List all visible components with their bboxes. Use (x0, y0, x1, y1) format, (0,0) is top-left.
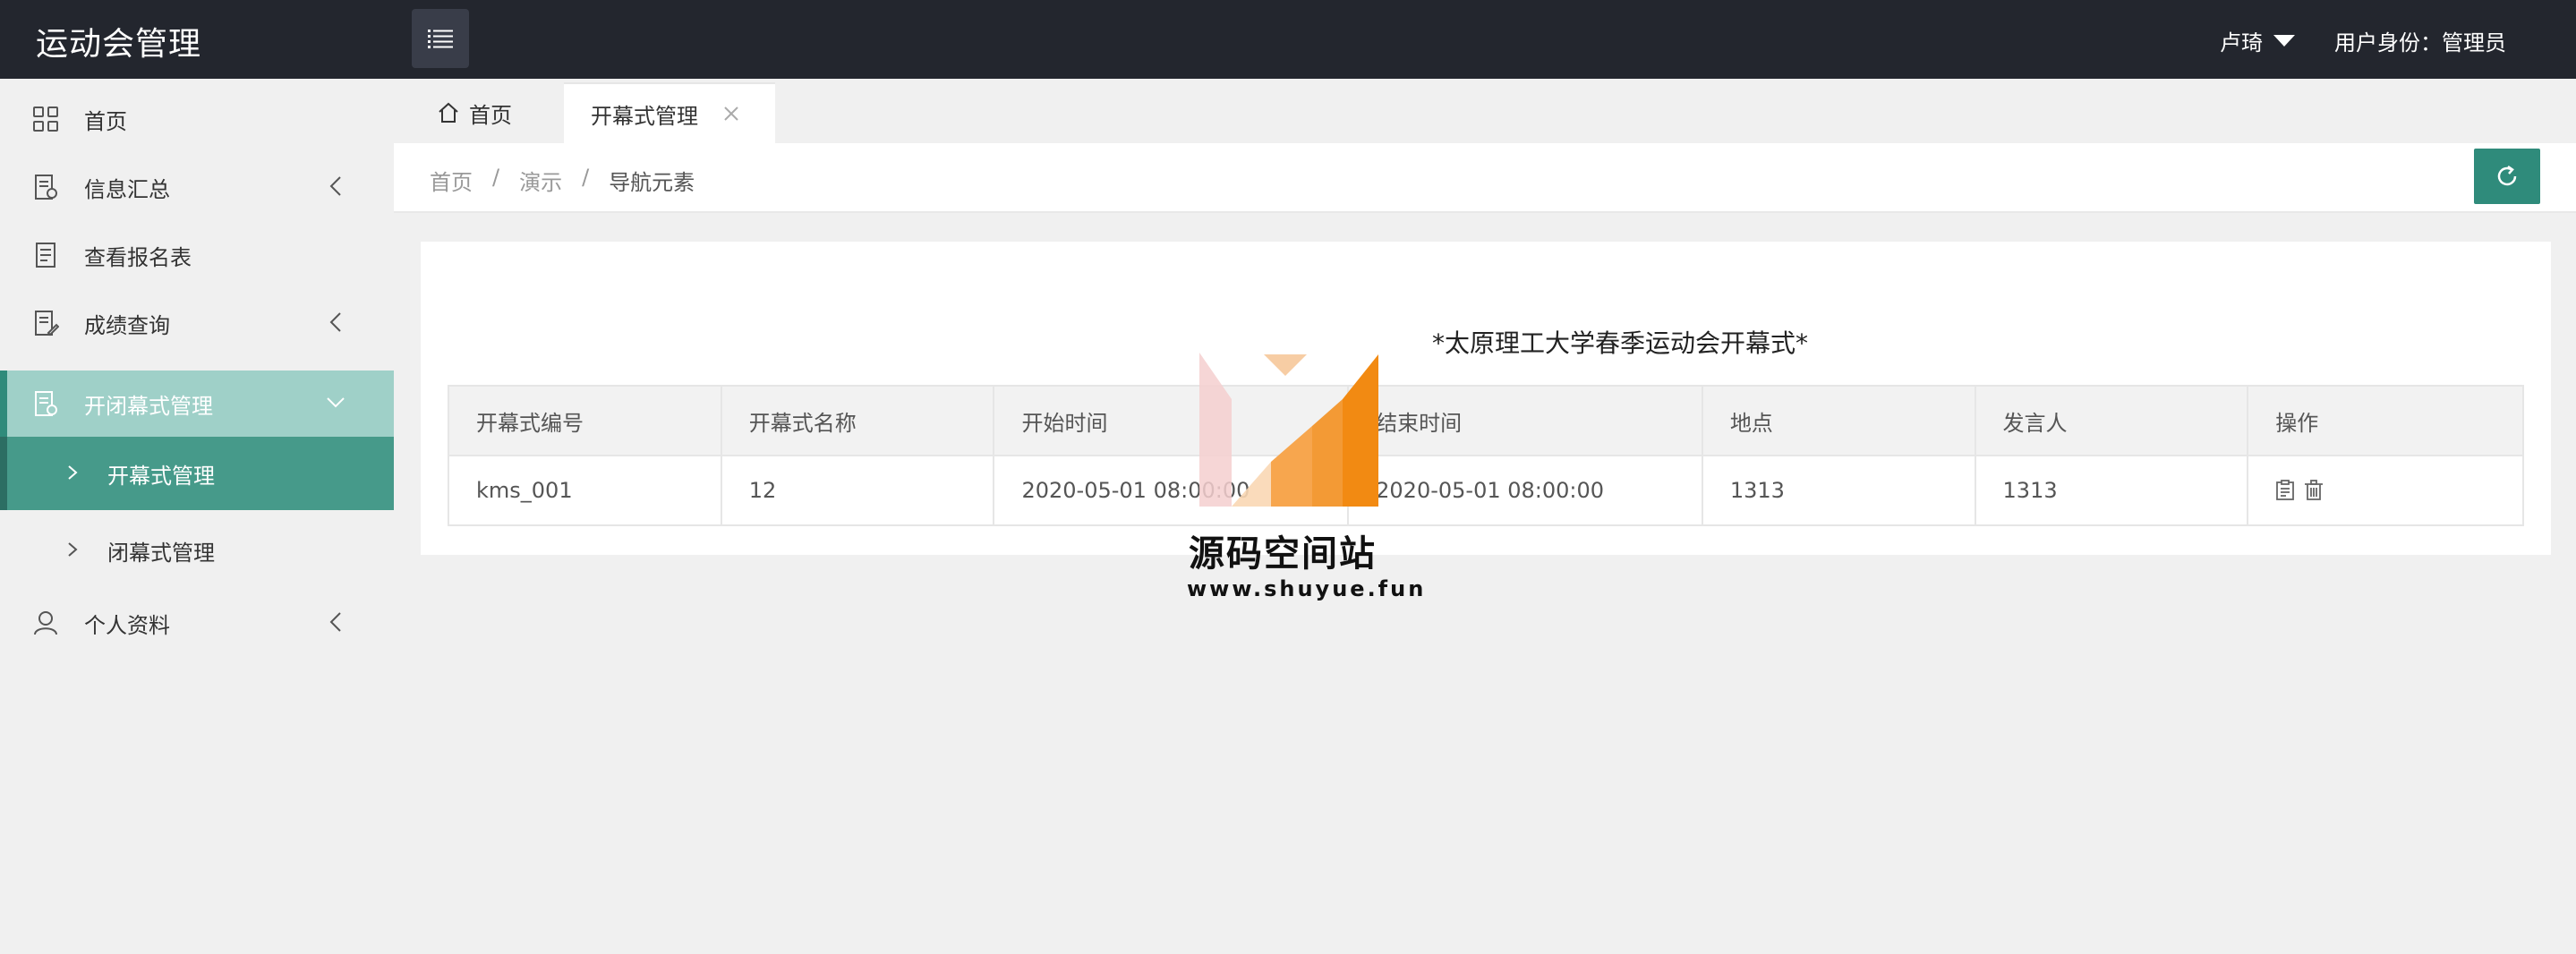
caret-down-icon (2273, 35, 2295, 47)
user-name: 卢琦 (2220, 30, 2263, 55)
table-cell: 12 (720, 455, 995, 526)
refresh-icon (2497, 165, 2517, 186)
sidebar-item-registration[interactable]: 查看报名表 (0, 222, 394, 288)
table-cell: kms_001 (448, 455, 722, 526)
grid-icon (33, 106, 58, 132)
document-icon (35, 175, 57, 200)
content-card: *太原理工大学春季运动会开幕式* 开幕式编号 开幕式名称 开始时间 结束时间 地… (421, 242, 2551, 555)
column-header: 地点 (1701, 385, 1976, 456)
sidebar-item-home[interactable]: 首页 (0, 86, 394, 152)
table-cell: 2020-05-01 08:00:00 (993, 455, 1350, 526)
sidebar-subitem-label: 闭幕式管理 (107, 541, 215, 566)
settings-doc-icon (35, 391, 57, 416)
close-icon[interactable] (721, 104, 741, 124)
chevron-right-icon (68, 465, 78, 480)
app-title: 运动会管理 (36, 26, 202, 63)
sidebar-item-label: 首页 (84, 108, 127, 134)
breadcrumb-separator: / (492, 165, 500, 190)
table-cell: 1313 (1701, 455, 1976, 526)
edit-icon[interactable] (2275, 480, 2295, 501)
sidebar-item-label: 个人资料 (84, 612, 170, 638)
sidebar-item-label: 成绩查询 (84, 312, 170, 338)
sidebar-item-profile[interactable]: 个人资料 (0, 590, 394, 656)
sidebar-item-label: 开闭幕式管理 (84, 393, 213, 419)
watermark-url: www.shuyue.fun (1187, 576, 1427, 601)
breadcrumb-separator: / (582, 165, 590, 190)
breadcrumb: 首页 / 演示 / 导航元素 (430, 165, 695, 196)
user-icon (34, 611, 57, 635)
sidebar: 首页 信息汇总 查看报名表 成绩查询 开闭幕式管理 开幕式管理 闭幕式管理 个人… (0, 79, 394, 954)
tab-bar: 首页 开幕式管理 (394, 79, 2576, 143)
chevron-left-icon (329, 312, 341, 332)
column-header: 发言人 (1974, 385, 2249, 456)
list-icon (428, 30, 453, 48)
tab-label: 首页 (469, 102, 512, 128)
user-menu[interactable]: 卢琦 (2220, 25, 2295, 56)
sidebar-subitem-label: 开幕式管理 (107, 464, 215, 489)
column-header: 开幕式名称 (720, 385, 995, 456)
tab-home[interactable]: 首页 (437, 82, 512, 143)
top-header: 运动会管理 卢琦 用户身份：管理员 (0, 0, 2576, 79)
column-header: 开始时间 (993, 385, 1350, 456)
sidebar-item-label: 查看报名表 (84, 244, 192, 270)
table-cell-actions (2247, 455, 2524, 526)
column-header: 操作 (2247, 385, 2524, 456)
table-row: kms_001 12 2020-05-01 08:00:00 2020-05-0… (448, 455, 2524, 526)
user-role: 用户身份：管理员 (2334, 30, 2506, 55)
chevron-right-icon (68, 542, 78, 557)
refresh-button[interactable] (2474, 149, 2540, 204)
breadcrumb-item-current: 导航元素 (609, 170, 695, 195)
tab-opening-management[interactable]: 开幕式管理 (564, 82, 775, 143)
home-icon (439, 102, 458, 123)
table-header-row: 开幕式编号 开幕式名称 开始时间 结束时间 地点 发言人 操作 (448, 385, 2524, 456)
sidebar-subitem-closing[interactable]: 闭幕式管理 (0, 514, 394, 587)
watermark-text: 源码空间站 (1189, 533, 1377, 575)
chevron-left-icon (329, 176, 341, 196)
table-title: *太原理工大学春季运动会开幕式* (1431, 328, 1808, 358)
list-doc-icon (36, 243, 55, 268)
sidebar-item-score-query[interactable]: 成绩查询 (0, 290, 394, 356)
table-cell: 2020-05-01 08:00:00 (1347, 455, 1703, 526)
breadcrumb-item[interactable]: 首页 (430, 165, 473, 196)
data-table: 开幕式编号 开幕式名称 开始时间 结束时间 地点 发言人 操作 kms_001 … (448, 385, 2524, 526)
edit-doc-icon (35, 311, 59, 336)
chevron-down-icon (327, 397, 345, 408)
sidebar-subitem-opening[interactable]: 开幕式管理 (0, 437, 394, 510)
column-header: 结束时间 (1347, 385, 1703, 456)
sidebar-item-label: 信息汇总 (84, 176, 170, 202)
column-header: 开幕式编号 (448, 385, 722, 456)
sidebar-item-ceremony-management[interactable]: 开闭幕式管理 (0, 371, 394, 437)
sidebar-item-info-summary[interactable]: 信息汇总 (0, 154, 394, 220)
delete-icon[interactable] (2304, 480, 2324, 501)
tab-label: 开幕式管理 (591, 103, 698, 129)
table-cell: 1313 (1974, 455, 2249, 526)
chevron-left-icon (329, 612, 341, 632)
breadcrumb-item[interactable]: 演示 (519, 165, 562, 196)
menu-toggle-button[interactable] (412, 9, 469, 68)
breadcrumb-bar: 首页 / 演示 / 导航元素 (394, 143, 2576, 213)
